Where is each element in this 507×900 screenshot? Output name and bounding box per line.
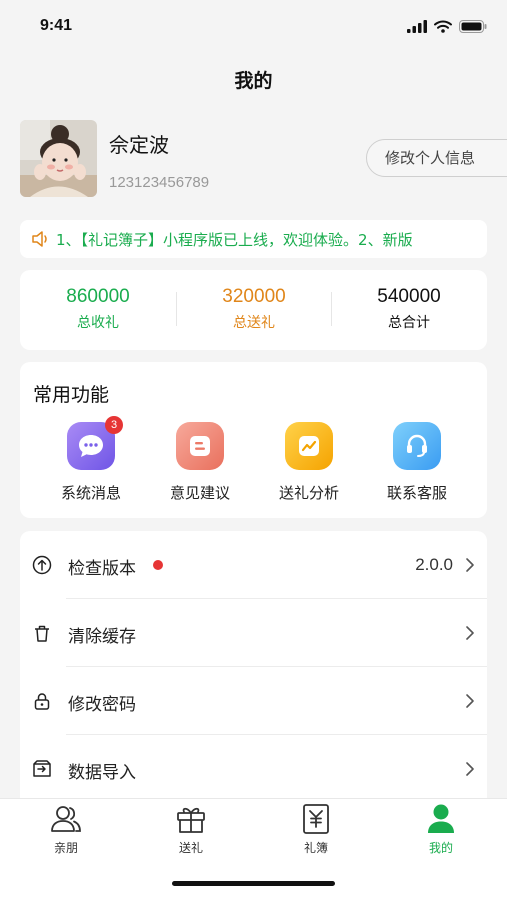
feedback-icon (176, 422, 224, 470)
version-value: 2.0.0 (415, 555, 453, 574)
profile-icon (428, 804, 454, 833)
tab-friends[interactable]: 亲朋 (16, 803, 116, 856)
stat-value: 540000 (377, 286, 441, 307)
gift-icon (177, 807, 205, 833)
tab-gift[interactable]: 送礼 (141, 803, 241, 856)
stat-value: 320000 (222, 286, 286, 307)
tab-ledger[interactable]: 礼簿 (266, 803, 366, 856)
trash-icon (35, 625, 49, 642)
common-functions-card: 常用功能 3 系统消息 意见建议 送礼分析 联系客服 (20, 362, 487, 518)
row-change-password[interactable]: 修改密码 (20, 667, 487, 735)
func-gift-analysis[interactable]: 送礼分析 (259, 422, 359, 503)
stat-received[interactable]: 860000 总收礼 (20, 286, 176, 332)
row-check-version[interactable]: 检查版本 2.0.0 (20, 531, 487, 599)
user-name: 佘定波 (109, 133, 169, 157)
tab-label: 亲朋 (53, 841, 78, 855)
import-icon (33, 760, 51, 777)
func-label: 意见建议 (169, 484, 230, 502)
battery-icon (459, 20, 487, 33)
page-title: 我的 (234, 70, 273, 92)
message-icon: 3 (67, 416, 123, 470)
func-label: 送礼分析 (278, 484, 339, 502)
func-label: 联系客服 (386, 484, 447, 502)
stat-total[interactable]: 540000 总合计 (331, 286, 487, 332)
row-label: 数据导入 (68, 763, 136, 783)
notice-text: 1、【礼记簿子】小程序版已上线，欢迎体验。2、新版 (56, 231, 413, 249)
signal-icon (407, 20, 427, 33)
row-label: 检查版本 (68, 559, 136, 579)
stat-label: 总收礼 (77, 315, 119, 331)
update-icon (32, 555, 52, 575)
ledger-icon (303, 804, 329, 834)
status-icons (407, 20, 487, 33)
stat-sent[interactable]: 320000 总送礼 (176, 286, 332, 332)
tab-label: 礼簿 (303, 841, 328, 855)
stat-value: 860000 (66, 286, 130, 307)
wifi-icon (434, 20, 452, 33)
chart-icon (285, 422, 333, 470)
notice-bar[interactable]: 1、【礼记簿子】小程序版已上线，欢迎体验。2、新版 (20, 220, 487, 258)
func-system-message[interactable]: 3 系统消息 (41, 416, 141, 503)
stat-label: 总合计 (388, 315, 430, 331)
status-time: 9:41 (40, 17, 73, 34)
chevron-right-icon (466, 694, 474, 708)
speaker-icon (32, 231, 47, 247)
friends-icon (51, 806, 81, 832)
row-label: 清除缓存 (68, 627, 136, 647)
func-feedback[interactable]: 意见建议 (150, 422, 250, 503)
section-title: 常用功能 (33, 384, 110, 406)
stats-card: 860000 总收礼 320000 总送礼 540000 总合计 (20, 270, 487, 350)
avatar[interactable] (20, 120, 97, 197)
tab-mine[interactable]: 我的 (391, 803, 491, 856)
settings-list: 检查版本 2.0.0 清除缓存 修改密码 数据导入 (20, 531, 487, 801)
user-phone: 123123456789 (109, 174, 210, 191)
func-label: 系统消息 (60, 484, 121, 502)
chevron-right-icon (466, 626, 474, 640)
row-data-import[interactable]: 数据导入 (20, 735, 487, 801)
home-indicator (172, 881, 335, 886)
row-label: 修改密码 (68, 695, 136, 715)
stat-label: 总送礼 (233, 315, 275, 331)
new-version-dot (153, 560, 163, 570)
chevron-right-icon (466, 558, 474, 572)
tab-label: 我的 (428, 841, 453, 855)
unread-badge: 3 (105, 416, 123, 434)
headset-icon (393, 422, 441, 470)
lock-icon (34, 693, 50, 710)
row-clear-cache[interactable]: 清除缓存 (20, 599, 487, 667)
status-bar: 9:41 (0, 0, 507, 56)
tab-label: 送礼 (178, 841, 203, 855)
func-customer-service[interactable]: 联系客服 (367, 422, 467, 503)
edit-profile-button[interactable]: 修改个人信息 (366, 139, 507, 177)
chevron-right-icon (466, 762, 474, 776)
